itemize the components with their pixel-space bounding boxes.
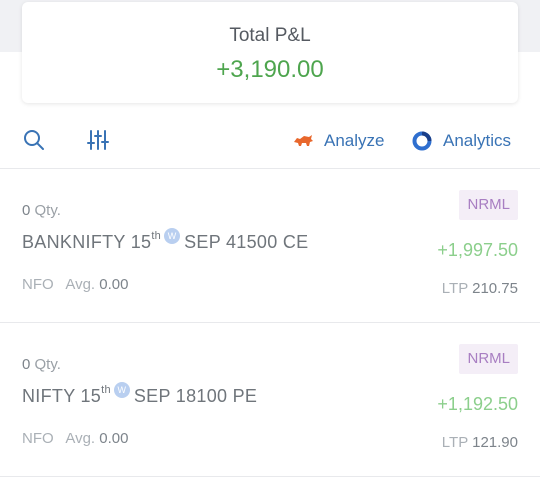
position-qty: 0 Qty.	[22, 202, 61, 219]
symbol-ordinal: th	[151, 230, 162, 242]
sliders-icon	[87, 130, 109, 150]
ltp-label: LTP	[441, 434, 468, 451]
qty-label: Qty.	[34, 356, 61, 373]
position-symbol: BANKNIFTY 15th W SEP 41500 CE	[22, 228, 309, 253]
ltp-label: LTP	[441, 280, 468, 297]
total-pnl-label: Total P&L	[229, 25, 311, 46]
avg-label: Avg.	[65, 430, 96, 447]
product-badge: NRML	[459, 190, 518, 220]
ltp-value: 121.90	[472, 434, 518, 451]
symbol-prefix: NIFTY 15	[22, 386, 102, 406]
position-qty: 0 Qty.	[22, 356, 61, 373]
qty-value: 0	[22, 202, 31, 219]
position-meta: NFO Avg. 0.00	[22, 430, 128, 447]
avg-value: 0.00	[99, 276, 129, 293]
avg-value: 0.00	[99, 430, 129, 447]
position-pnl: +1,192.50	[437, 394, 518, 414]
analytics-button[interactable]: Analytics	[411, 129, 511, 153]
analytics-label: Analytics	[443, 131, 512, 150]
position-row[interactable]: 0 Qty. NIFTY 15th W SEP 18100 PE NFO Avg. …	[0, 322, 540, 476]
weekly-expiry-badge: W	[164, 228, 181, 244]
search-button[interactable]	[22, 128, 48, 154]
position-ltp: LTP 121.90	[442, 434, 518, 451]
symbol-ordinal: th	[101, 384, 111, 396]
position-meta: NFO Avg. 0.00	[22, 276, 128, 293]
analytics-ring-icon	[412, 131, 432, 151]
bull-icon	[294, 135, 313, 146]
total-pnl-value: +3,190.00	[216, 56, 324, 83]
symbol-suffix: SEP 41500 CE	[184, 232, 309, 252]
product-badge: NRML	[459, 344, 518, 374]
exchange-label: NFO	[22, 430, 54, 447]
avg-label: Avg.	[65, 276, 96, 293]
exchange-label: NFO	[22, 276, 54, 293]
search-icon	[24, 130, 44, 150]
filter-button[interactable]	[86, 128, 112, 154]
symbol-prefix: BANKNIFTY 15	[22, 232, 152, 252]
ltp-value: 210.75	[472, 280, 518, 297]
analyze-label: Analyze	[324, 131, 385, 150]
position-symbol: NIFTY 15th W SEP 18100 PE	[22, 382, 258, 407]
divider	[0, 476, 540, 477]
total-pnl-card: Total P&L +3,190.00	[22, 2, 518, 103]
qty-value: 0	[22, 356, 31, 373]
symbol-suffix: SEP 18100 PE	[133, 386, 258, 406]
qty-label: Qty.	[34, 202, 61, 219]
position-ltp: LTP 210.75	[442, 280, 518, 297]
weekly-expiry-badge: W	[113, 382, 130, 398]
analyze-button[interactable]: Analyze	[292, 129, 384, 153]
position-pnl: +1,997.50	[437, 240, 518, 260]
position-row[interactable]: 0 Qty. BANKNIFTY 15th W SEP 41500 CE NFO A…	[0, 168, 540, 322]
positions-toolbar: Analyze Analytics	[0, 120, 540, 160]
